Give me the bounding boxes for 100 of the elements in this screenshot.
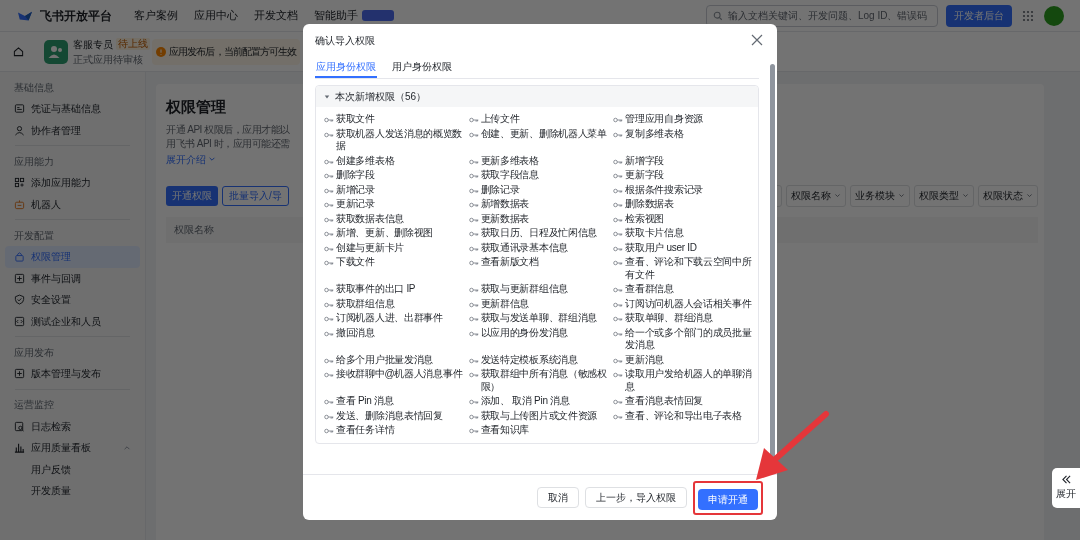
nav-link[interactable]: 智能助手 — [314, 7, 358, 24]
permission-name: 撤回消息 — [336, 326, 375, 339]
nav-link[interactable]: 开发文档 — [254, 7, 298, 24]
expand-toggle[interactable]: 展开 — [1052, 468, 1080, 508]
expand-link[interactable]: 展开介绍 — [166, 151, 216, 167]
key-icon — [468, 372, 479, 378]
plus-box-icon — [14, 368, 25, 380]
status-badge: 待上线 — [116, 38, 150, 50]
sidebar-subitem[interactable]: 用户反馈 — [5, 458, 140, 480]
sidebar-item[interactable]: 版本管理与发布 — [5, 363, 140, 385]
permission-name: 发送、删除消息表情回复 — [336, 409, 443, 422]
permission-name: 新增、更新、删除视图 — [336, 227, 433, 240]
key-icon — [468, 216, 479, 223]
permission-name: 获取字段信息 — [480, 169, 539, 182]
permission-name: 获取用户 user ID — [625, 241, 697, 254]
permission-name: 新增记录 — [336, 183, 375, 196]
section-header[interactable]: 本次新增权限（56） — [316, 86, 758, 107]
key-icon — [613, 330, 624, 337]
key-icon — [613, 245, 624, 252]
permission-name: 更新字段 — [625, 169, 665, 182]
nav-link[interactable]: 应用中心 — [194, 7, 238, 24]
permission-name: 删除数据表 — [625, 198, 674, 211]
toolbar-button[interactable]: 批量导入/导 — [222, 185, 289, 206]
permission-name: 创建、更新、删除机器人菜单 — [480, 127, 607, 140]
permission-name: 更新消息 — [625, 353, 665, 366]
key-icon — [324, 202, 334, 208]
permission-name: 获取单聊、群组消息 — [625, 312, 713, 325]
key-icon — [468, 357, 479, 364]
sidebar-item[interactable]: 日志检索 — [5, 415, 140, 437]
apps-icon — [1022, 9, 1034, 22]
permission-name: 删除字段 — [336, 169, 375, 182]
permission-name: 创建多维表格 — [336, 154, 395, 167]
toolbar-button[interactable]: 开通权限 — [166, 185, 218, 206]
permission-name: 获取事件的出口 IP — [336, 283, 416, 296]
key-icon — [468, 316, 479, 322]
key-icon — [468, 131, 479, 138]
double-chevron-icon — [1060, 475, 1072, 484]
permission-name: 获取机器人发送消息的概览数据 — [336, 127, 464, 153]
sidebar-item[interactable]: 机器人 — [5, 193, 140, 215]
sidebar-item[interactable]: 添加应用能力 — [5, 172, 140, 194]
key-icon — [324, 216, 334, 223]
sidebar-subitem[interactable]: 开发质量 — [5, 480, 140, 502]
document-search-icon — [14, 420, 25, 432]
key-icon — [324, 413, 334, 420]
dialog-button[interactable]: 上一步，导入权限 — [585, 487, 687, 508]
permission-name: 复制多维表格 — [625, 127, 684, 140]
permission-name: 创建与更新卡片 — [336, 241, 404, 254]
logo-text[interactable]: 飞书开放平台 — [40, 6, 112, 25]
key-icon — [324, 187, 334, 194]
search-field[interactable]: 输入文档关键词、开发问题、Log ID、错误码 — [706, 4, 938, 27]
filter-dropdown[interactable]: 权限名称 — [786, 184, 846, 207]
key-icon — [324, 287, 334, 293]
key-icon — [468, 428, 479, 434]
permission-name: 查看知识库 — [480, 424, 530, 437]
sidebar-item[interactable]: 权限管理 — [5, 246, 140, 268]
key-icon — [324, 428, 334, 434]
warning-icon — [156, 46, 166, 57]
caret-icon — [324, 93, 330, 100]
tab[interactable]: 用户身份权限 — [391, 56, 453, 78]
sidebar-item[interactable]: 应用质量看板 — [5, 437, 140, 459]
person-icon — [14, 124, 25, 136]
permission-name: 查看、评论和导出电子表格 — [625, 409, 742, 422]
permission-name: 给多个用户批量发消息 — [336, 353, 433, 366]
key-icon — [324, 117, 334, 123]
console-button[interactable]: 开发者后台 — [946, 4, 1012, 27]
close-button[interactable] — [751, 34, 763, 46]
avatar[interactable] — [1044, 5, 1064, 26]
sidebar-item[interactable]: 测试企业和人员 — [5, 310, 140, 332]
key-icon — [613, 413, 624, 420]
key-icon — [468, 399, 479, 405]
permission-name: 删除记录 — [480, 183, 520, 196]
permission-name: 接收群聊中@机器人消息事件 — [336, 368, 463, 381]
nav-link[interactable]: 客户案例 — [134, 7, 178, 24]
permission-name: 获取群组中所有消息（敏感权限） — [480, 368, 608, 393]
key-icon — [613, 158, 624, 165]
dialog-button[interactable]: 取消 — [537, 487, 579, 508]
key-icon — [613, 187, 624, 194]
sidebar-item[interactable]: 事件与回调 — [5, 267, 140, 289]
key-icon — [613, 357, 624, 364]
sidebar-item[interactable]: 凭证与基础信息 — [5, 98, 140, 120]
page-title: 权限管理 — [166, 97, 226, 117]
tab[interactable]: 应用身份权限 — [315, 56, 377, 78]
permission-name: 更新群信息 — [480, 297, 530, 310]
plus-box-icon — [14, 272, 25, 284]
permission-name: 读取用户发给机器人的单聊消息 — [625, 368, 753, 393]
sidebar-item[interactable]: 协作者管理 — [5, 119, 140, 141]
filter-dropdown[interactable]: 业务模块 — [850, 184, 910, 207]
dialog-button[interactable]: 申请开通 — [698, 488, 758, 510]
shield-icon — [14, 294, 25, 306]
filter-dropdown[interactable]: 权限类型 — [914, 184, 974, 207]
key-icon — [468, 287, 479, 293]
filter-dropdown[interactable]: 权限状态 — [978, 184, 1038, 207]
card-icon — [14, 103, 25, 115]
permission-name: 获取群组信息 — [336, 297, 395, 310]
key-icon — [468, 158, 479, 165]
grid-icon — [14, 177, 25, 189]
key-icon — [613, 131, 624, 138]
sidebar-item[interactable]: 安全设置 — [5, 289, 140, 311]
permission-name: 添加、 取消 Pin 消息 — [480, 395, 570, 408]
key-icon — [613, 260, 624, 266]
